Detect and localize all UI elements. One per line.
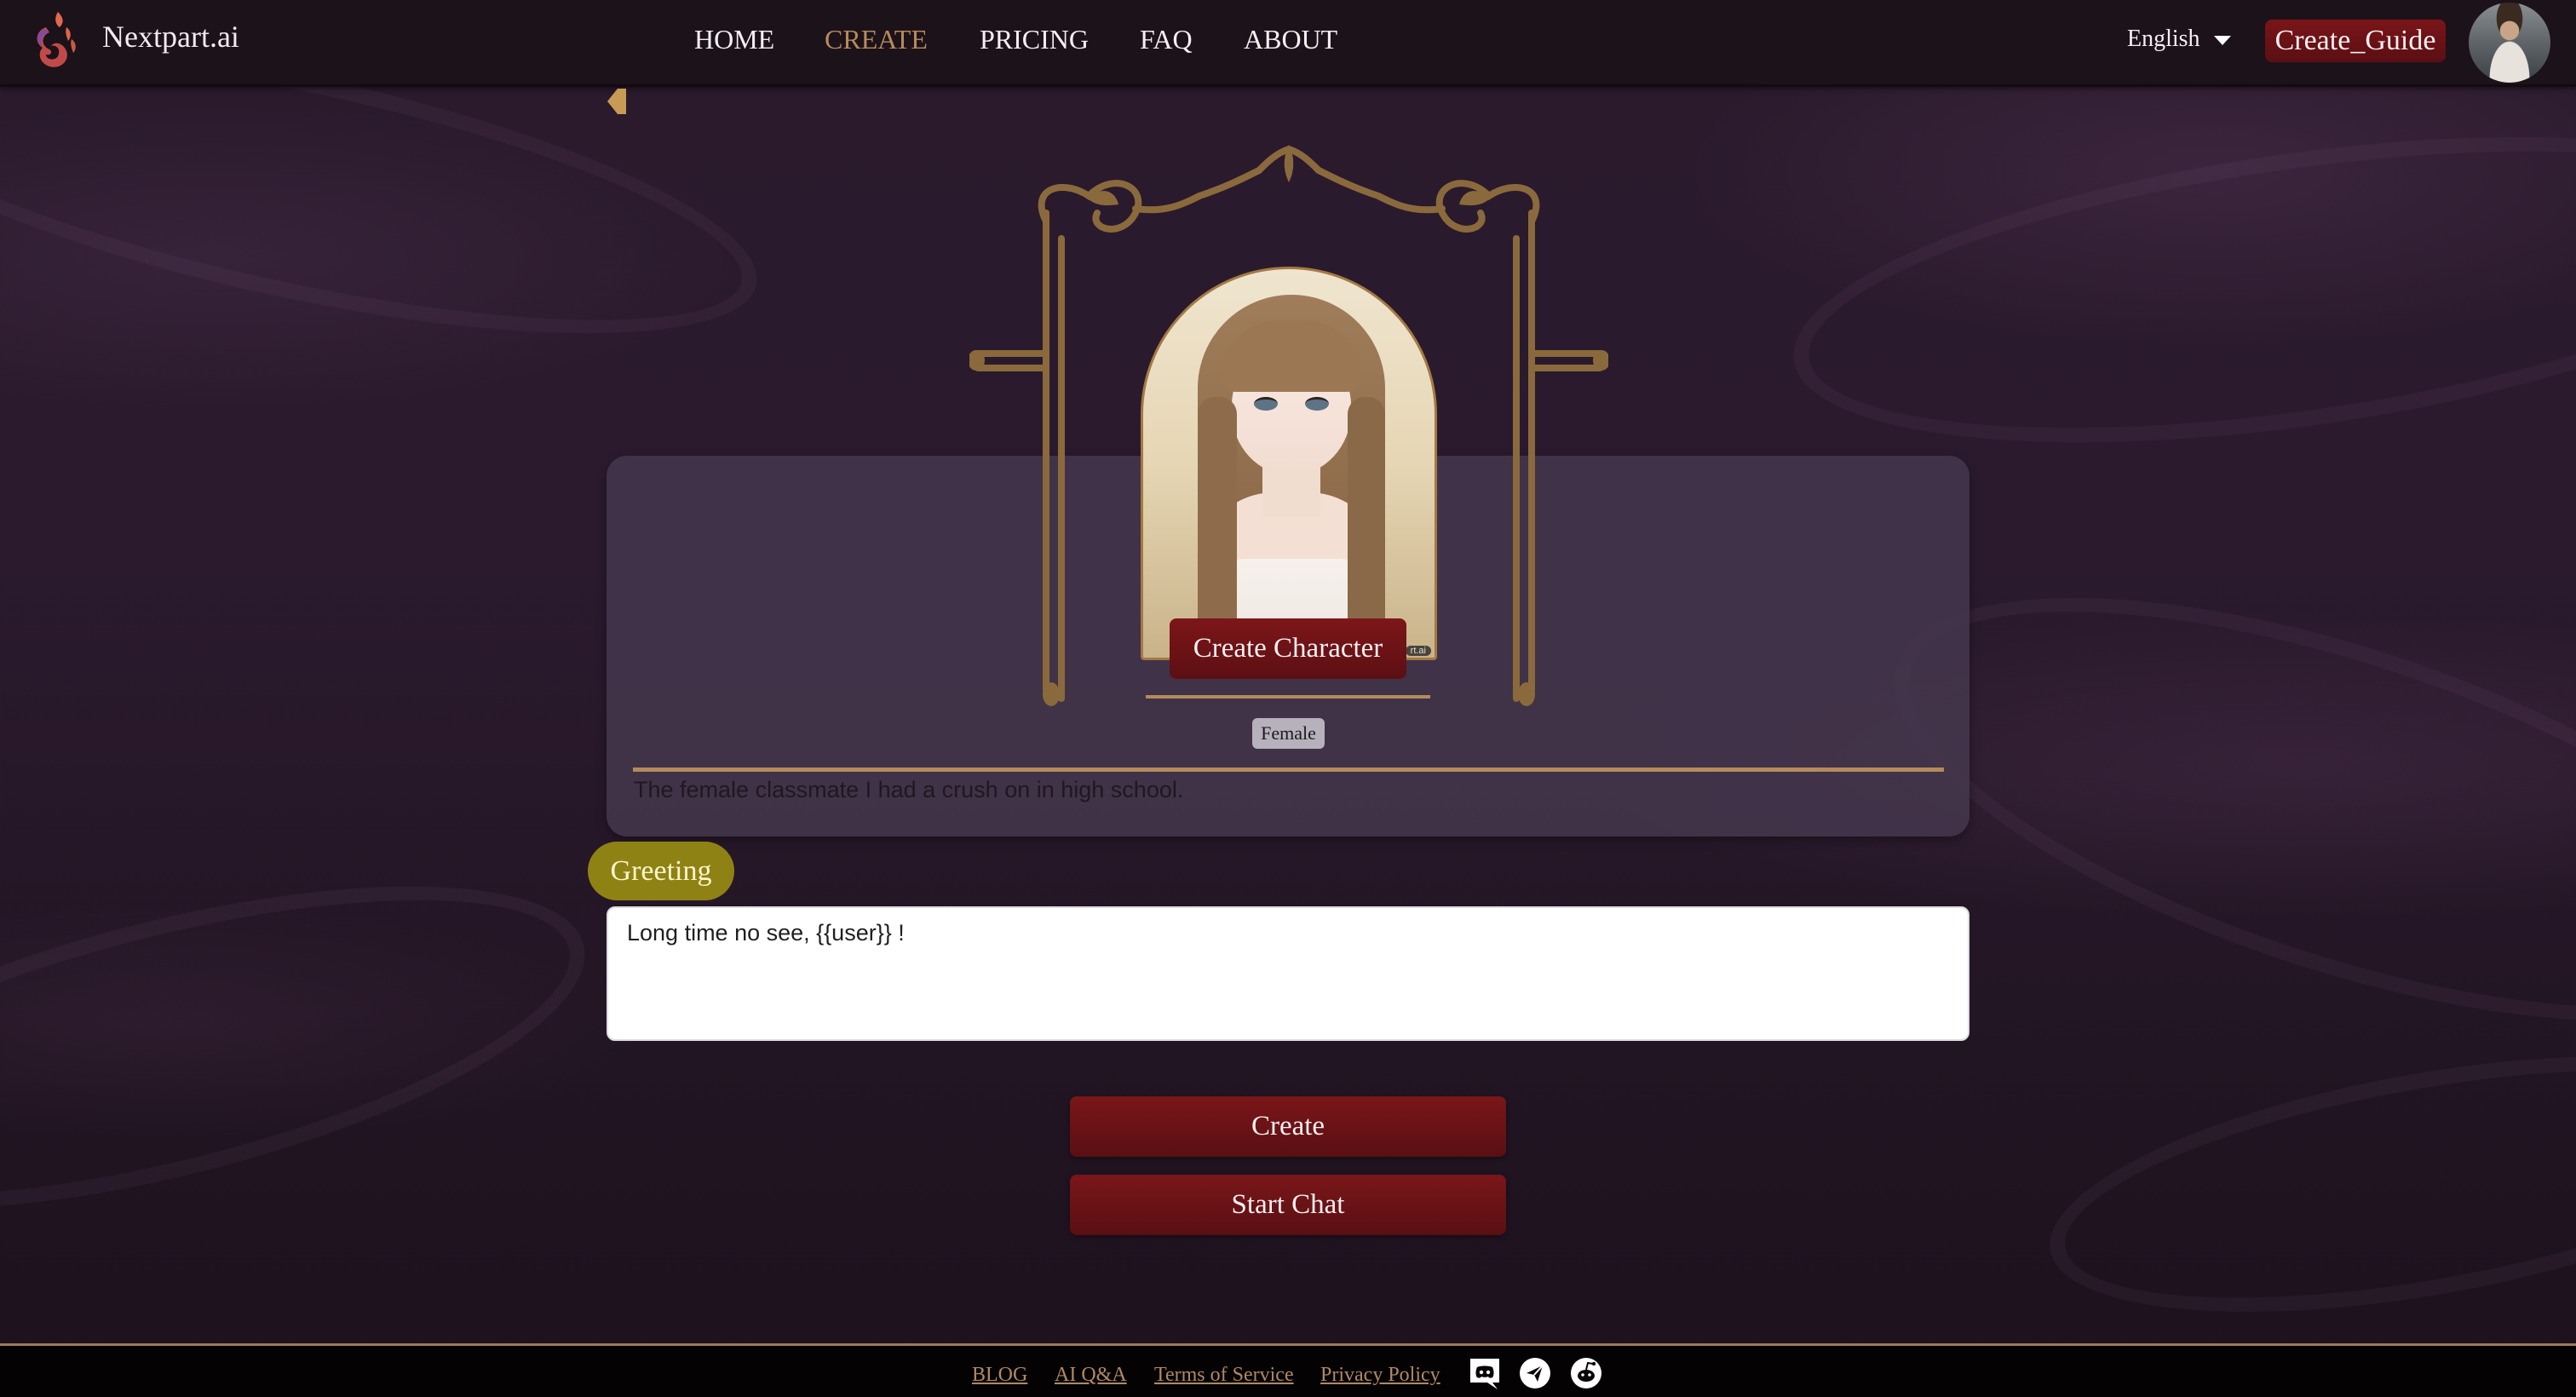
nav-pricing[interactable]: PRICING <box>980 24 1089 55</box>
brand-name[interactable]: Nextpart.ai <box>102 19 239 55</box>
discord-icon[interactable] <box>1469 1357 1501 1389</box>
footer-link-blog[interactable]: BLOG <box>972 1364 1027 1387</box>
image-watermark: rt.ai <box>1405 646 1431 656</box>
character-description: The female classmate I had a crush on in… <box>634 777 1184 802</box>
language-label: English <box>2127 26 2200 52</box>
caret-down-icon <box>2213 36 2231 46</box>
language-selector[interactable]: English <box>2127 26 2231 53</box>
divider <box>633 767 1944 772</box>
character-portrait[interactable]: rt.ai <box>1141 267 1437 660</box>
footer-link-terms[interactable]: Terms of Service <box>1154 1364 1294 1387</box>
divider <box>1146 695 1430 698</box>
footer-link-ai-qa[interactable]: AI Q&A <box>1055 1364 1127 1387</box>
background-swirl <box>2031 1008 2576 1360</box>
nav-create[interactable]: CREATE <box>825 24 928 55</box>
footer-link-privacy[interactable]: Privacy Policy <box>1320 1364 1440 1387</box>
nav-home[interactable]: HOME <box>694 24 774 55</box>
create-guide-button[interactable]: Create_Guide <box>2265 20 2446 62</box>
background-swirl <box>1774 83 2576 496</box>
greeting-input[interactable]: Long time no see, {{user}} ! <box>607 906 1969 1041</box>
back-arrow-icon[interactable] <box>607 89 626 114</box>
top-navigation-bar: Nextpart.ai HOME CREATE PRICING FAQ ABOU… <box>0 0 2576 87</box>
footer: BLOG AI Q&A Terms of Service Privacy Pol… <box>0 1343 2576 1397</box>
background-swirl <box>0 820 615 1275</box>
start-chat-button[interactable]: Start Chat <box>1070 1175 1506 1235</box>
nav-about[interactable]: ABOUT <box>1244 24 1337 55</box>
greeting-label: Greeting <box>588 842 734 900</box>
reddit-icon[interactable] <box>1570 1357 1602 1389</box>
telegram-icon[interactable] <box>1519 1357 1551 1389</box>
nav-faq[interactable]: FAQ <box>1140 24 1193 55</box>
gender-badge: Female <box>1252 718 1325 749</box>
user-avatar[interactable] <box>2469 3 2550 83</box>
logo-icon[interactable] <box>29 9 83 72</box>
create-character-button[interactable]: Create Character <box>1170 618 1406 679</box>
create-button[interactable]: Create <box>1070 1096 1506 1157</box>
